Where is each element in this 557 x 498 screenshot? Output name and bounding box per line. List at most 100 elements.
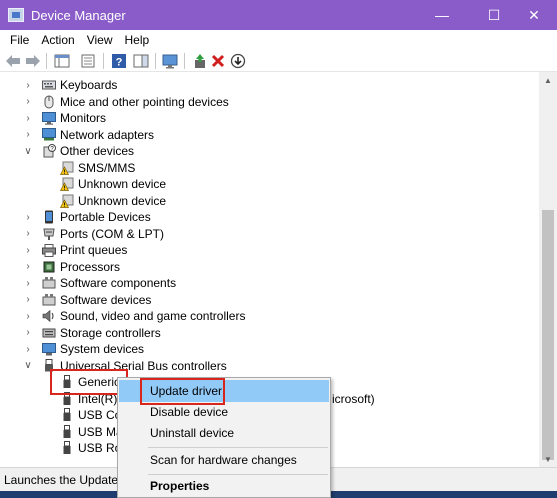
software-component-icon	[42, 276, 56, 290]
tree-category-item[interactable]: Print queues	[42, 242, 127, 258]
chevron-right-icon[interactable]: ›	[23, 308, 33, 324]
system-device-icon	[42, 342, 56, 356]
menu-help[interactable]: Help	[119, 33, 156, 47]
tree-device-item[interactable]: USB Cor	[60, 407, 125, 423]
tree-category-item[interactable]: Software devices	[42, 292, 151, 308]
monitor-icon	[42, 111, 56, 125]
chevron-right-icon[interactable]: ›	[23, 127, 33, 143]
scan-hardware-monitor-icon[interactable]	[162, 53, 178, 69]
list-item-peek-text: icrosoft)	[332, 392, 375, 406]
scrollbar-thumb[interactable]	[542, 210, 554, 460]
toolbar: ?	[0, 50, 557, 72]
show-hide-console-tree-icon[interactable]	[54, 53, 70, 69]
menu-view[interactable]: View	[81, 33, 119, 47]
tree-item-label: Unknown device	[78, 193, 167, 208]
tree-category-item[interactable]: Software components	[42, 275, 176, 291]
tree-category-item[interactable]: Processors	[42, 259, 120, 275]
chevron-right-icon[interactable]: ›	[23, 292, 33, 308]
keyboard-icon	[42, 78, 56, 92]
tree-category-item[interactable]: Ports (COM & LPT)	[42, 226, 164, 242]
update-driver-icon[interactable]	[192, 53, 208, 69]
chevron-right-icon[interactable]: ›	[23, 259, 33, 275]
tree-item-label: Keyboards	[60, 78, 118, 92]
tree-category-item[interactable]: Monitors	[42, 110, 106, 126]
scroll-up-icon[interactable]: ▲	[539, 72, 557, 88]
properties-sheet-icon[interactable]	[80, 53, 96, 69]
svg-text:?: ?	[116, 57, 123, 69]
tree-item-label: Ports (COM & LPT)	[60, 226, 165, 241]
window-title: Device Manager	[31, 7, 126, 23]
device-manager-icon	[8, 8, 24, 22]
tree-item-label: Processors	[60, 259, 121, 274]
tree-item-label: Sound, video and game controllers	[60, 309, 246, 323]
mouse-icon	[42, 95, 56, 109]
tree-category-item[interactable]: Network adapters	[42, 127, 154, 143]
tree-category-item[interactable]: System devices	[42, 341, 144, 357]
tree-category-item[interactable]: Sound, video and game controllers	[42, 308, 245, 324]
chevron-down-icon[interactable]: ∨	[23, 358, 33, 374]
tree-item-label: SMS/MMS	[78, 160, 136, 175]
back-arrow-icon[interactable]	[5, 53, 21, 69]
tree-item-label: Storage controllers	[60, 325, 161, 340]
tree-category-item[interactable]: Portable Devices	[42, 209, 151, 225]
title-bar: Device Manager — ☐ ✕	[0, 0, 557, 30]
tree-category-item[interactable]: Mice and other pointing devices	[42, 94, 229, 110]
menu-bar: File Action View Help	[0, 30, 557, 50]
minimize-button[interactable]: —	[419, 0, 465, 30]
tree-item-label: Network adapters	[60, 127, 155, 142]
device-warning-icon	[60, 194, 74, 208]
uninstall-x-icon[interactable]	[210, 53, 226, 69]
scroll-down-icon[interactable]: ▼	[539, 451, 557, 467]
software-device-icon	[42, 293, 56, 307]
processor-icon	[42, 260, 56, 274]
speaker-icon	[42, 309, 56, 323]
chevron-right-icon[interactable]: ›	[23, 341, 33, 357]
tree-category-item[interactable]: Keyboards	[42, 77, 117, 93]
chevron-right-icon[interactable]: ›	[23, 242, 33, 258]
help-icon[interactable]: ?	[111, 53, 127, 69]
device-warning-icon	[60, 177, 74, 191]
port-icon	[42, 227, 56, 241]
tree-item-label: Print queues	[60, 243, 128, 257]
tree-device-item[interactable]: Unknown device	[60, 193, 166, 209]
chevron-right-icon[interactable]: ›	[23, 209, 33, 225]
tree-item-label: Mice and other pointing devices	[60, 94, 229, 109]
disable-device-icon[interactable]	[230, 53, 246, 69]
chevron-right-icon[interactable]: ›	[23, 325, 33, 341]
tree-item-label: Software components	[60, 276, 177, 290]
chevron-right-icon[interactable]: ›	[23, 110, 33, 126]
tree-device-item[interactable]: Unknown device	[60, 176, 166, 192]
storage-controller-icon	[42, 326, 56, 340]
tree-item-label: System devices	[60, 342, 145, 356]
menu-file[interactable]: File	[4, 33, 35, 47]
menu-item-uninstall-device[interactable]: Uninstall device	[119, 422, 329, 444]
tree-item-label: Software devices	[60, 292, 152, 307]
tree-item-label: Monitors	[60, 111, 107, 125]
tree-category-item[interactable]: Storage controllers	[42, 325, 161, 341]
annotation-highlight-update-driver	[140, 378, 225, 405]
chevron-right-icon[interactable]: ›	[23, 94, 33, 110]
tree-device-item[interactable]: SMS/MMS	[60, 160, 135, 176]
action-pane-icon[interactable]	[133, 53, 149, 69]
menu-item-scan-hardware-changes[interactable]: Scan for hardware changes	[119, 449, 329, 471]
chevron-right-icon[interactable]: ›	[23, 77, 33, 93]
close-button[interactable]: ✕	[511, 0, 557, 30]
usb-plug-icon	[60, 441, 74, 455]
tree-category-item[interactable]: ? Other devices	[42, 143, 134, 159]
chevron-right-icon[interactable]: ›	[23, 226, 33, 242]
vertical-scrollbar[interactable]: ▲ ▼	[539, 72, 557, 467]
tree-item-label: Other devices	[60, 144, 135, 158]
tree-item-label: Unknown device	[78, 177, 167, 191]
forward-arrow-icon[interactable]	[25, 53, 41, 69]
menu-item-properties[interactable]: Properties	[119, 475, 329, 497]
menu-action[interactable]: Action	[35, 33, 80, 47]
portable-device-icon	[42, 210, 56, 224]
printer-icon	[42, 243, 56, 257]
network-adapter-icon	[42, 128, 56, 142]
usb-plug-icon	[60, 424, 74, 439]
unknown-device-category-icon: ?	[42, 144, 56, 158]
status-text: Launches the Update Dr	[4, 472, 135, 487]
chevron-right-icon[interactable]: ›	[23, 275, 33, 291]
chevron-down-icon[interactable]: ∨	[23, 143, 33, 159]
tree-item-label: Portable Devices	[60, 210, 151, 224]
